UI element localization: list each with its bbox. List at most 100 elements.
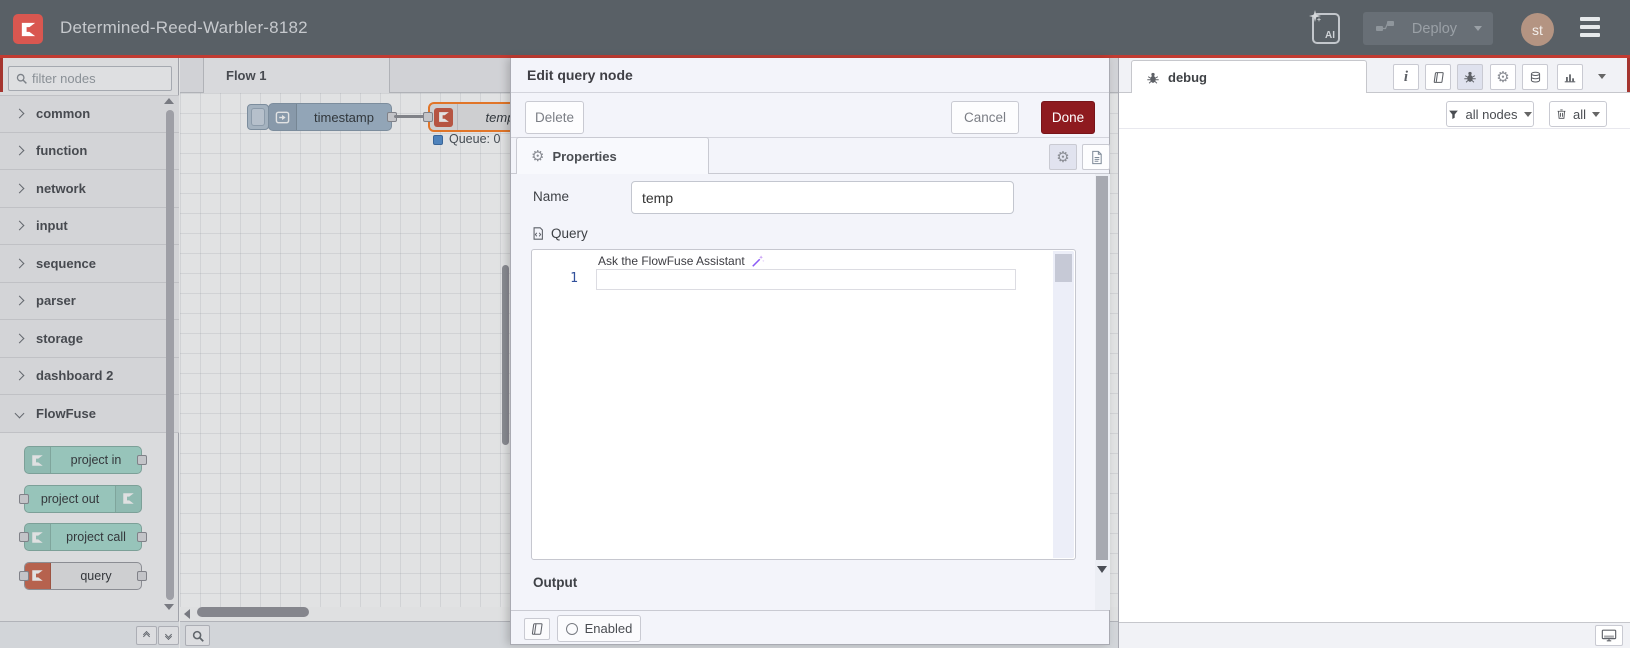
palette-scroll-down-icon[interactable]	[164, 604, 174, 610]
dialog-scrollbar-thumb[interactable]	[1096, 176, 1108, 560]
context-data-button[interactable]	[1522, 64, 1548, 90]
canvas-scroll-left-icon[interactable]	[184, 609, 190, 619]
code-file-icon	[533, 227, 543, 240]
editor-scrollbar-track[interactable]	[1053, 251, 1074, 558]
query-code-editor[interactable]: Ask the FlowFuse Assistant 1	[531, 249, 1076, 560]
node-input-port[interactable]	[423, 112, 433, 122]
inject-node-timestamp[interactable]: timestamp	[268, 103, 397, 131]
node-input-port[interactable]	[19, 532, 29, 542]
monitor-icon	[1601, 629, 1617, 642]
document-icon	[1091, 150, 1102, 164]
trash-icon	[1557, 109, 1566, 119]
node-palette: common function network input sequence p…	[0, 58, 179, 648]
debug-filter-button[interactable]: all nodes	[1446, 101, 1534, 127]
node-input-port[interactable]	[19, 493, 29, 504]
node-status-text: Queue: 0	[449, 132, 501, 146]
dialog-scrollbar-track[interactable]	[1095, 174, 1110, 610]
help-sidebar-button[interactable]	[1425, 64, 1451, 90]
flowfuse-query-icon	[430, 104, 458, 130]
debug-sidebar: debug i ⚙ all nodes all	[1118, 58, 1630, 648]
chevron-right-icon	[14, 258, 25, 269]
page-title: Determined-Reed-Warbler-8182	[60, 17, 308, 37]
expand-all-button[interactable]	[158, 626, 179, 645]
node-output-port[interactable]	[137, 532, 147, 542]
inject-arrow-icon	[269, 104, 297, 130]
edit-node-dialog: Edit query node Delete Cancel Done ⚙ Pro…	[510, 58, 1110, 645]
node-output-port[interactable]	[137, 570, 147, 581]
deploy-dropdown-caret[interactable]	[1474, 26, 1482, 31]
chevron-down-icon	[1592, 111, 1600, 117]
palette-category-sequence[interactable]: sequence	[0, 245, 179, 283]
gear-icon: ⚙	[531, 146, 545, 165]
palette-category-dashboard2[interactable]: dashboard 2	[0, 357, 179, 395]
palette-category-input[interactable]: input	[0, 207, 179, 245]
enabled-toggle-button[interactable]: Enabled	[557, 615, 641, 642]
ai-assistant-button[interactable]: AI	[1309, 10, 1340, 44]
main-menu-button[interactable]	[1580, 17, 1600, 41]
query-section-label: Query	[531, 226, 588, 241]
node-input-port[interactable]	[19, 570, 29, 581]
editor-current-line[interactable]	[596, 269, 1016, 290]
node-output-port[interactable]	[137, 455, 147, 465]
palette-category-network[interactable]: network	[0, 170, 179, 208]
node-description-button[interactable]	[1082, 144, 1110, 170]
search-icon	[192, 630, 204, 642]
dialog-title: Edit query node	[511, 58, 1109, 93]
tab-flow-1[interactable]: Flow 1	[203, 58, 390, 93]
user-avatar[interactable]: st	[1521, 13, 1554, 46]
flowfuse-logo-icon	[13, 14, 43, 44]
canvas-horizontal-scrollbar[interactable]	[197, 607, 309, 617]
debug-sidebar-button[interactable]	[1457, 64, 1483, 90]
collapse-all-button[interactable]	[136, 626, 157, 645]
sidebar-options-caret[interactable]	[1598, 74, 1606, 79]
chevron-down-icon	[14, 408, 25, 419]
search-flows-button[interactable]	[185, 625, 210, 646]
palette-search[interactable]	[8, 66, 172, 91]
palette-footer	[0, 621, 179, 648]
palette-filter-input[interactable]	[32, 71, 152, 86]
palette-node-project-in[interactable]: project in	[24, 446, 147, 474]
bar-chart-icon	[1564, 74, 1576, 83]
debug-clear-button[interactable]: all	[1549, 101, 1607, 127]
palette-category-function[interactable]: function	[0, 132, 179, 170]
palette-node-query[interactable]: query	[19, 561, 147, 590]
palette-scrollbar[interactable]	[166, 110, 174, 600]
palette-category-storage[interactable]: storage	[0, 320, 179, 358]
inject-trigger-button[interactable]	[247, 104, 269, 130]
editor-line-number: 1	[570, 271, 578, 286]
info-sidebar-button[interactable]: i	[1393, 64, 1419, 90]
editor-scrollbar-thumb[interactable]	[1055, 254, 1072, 282]
assistant-placeholder[interactable]: Ask the FlowFuse Assistant	[598, 254, 765, 268]
node-settings-button[interactable]: ⚙	[1049, 144, 1077, 170]
tab-properties[interactable]: ⚙ Properties	[516, 137, 709, 174]
done-button[interactable]: Done	[1041, 101, 1095, 134]
palette-category-common[interactable]: common	[0, 95, 179, 133]
chevron-right-icon	[14, 183, 25, 194]
dashboard-sidebar-button[interactable]	[1557, 64, 1583, 90]
bug-icon	[1464, 71, 1476, 83]
name-input[interactable]	[631, 181, 1014, 214]
scroll-down-icon[interactable]	[1097, 566, 1107, 573]
palette-node-project-call[interactable]: project call	[19, 523, 147, 551]
open-console-button[interactable]	[1595, 625, 1623, 646]
delete-button[interactable]: Delete	[525, 101, 584, 134]
left-accent-border	[0, 58, 3, 92]
dialog-footer: Enabled	[511, 610, 1109, 644]
palette-category-parser[interactable]: parser	[0, 282, 179, 320]
config-nodes-button[interactable]: ⚙	[1490, 64, 1516, 90]
cancel-button[interactable]: Cancel	[951, 101, 1019, 134]
palette-node-project-out[interactable]: project out	[19, 484, 142, 513]
name-field-label: Name	[533, 189, 570, 204]
palette-scroll-up-icon[interactable]	[164, 98, 174, 104]
node-help-button[interactable]	[524, 618, 550, 640]
debug-footer	[1119, 622, 1630, 648]
magic-wand-icon	[751, 255, 765, 267]
database-icon	[1530, 71, 1540, 82]
canvas-vertical-scrollbar[interactable]	[502, 265, 509, 445]
tab-debug[interactable]: debug	[1131, 60, 1367, 94]
chevron-down-icon	[1523, 111, 1532, 117]
deploy-button[interactable]: Deploy	[1363, 12, 1493, 45]
flowfuse-node-icon	[25, 447, 51, 473]
debug-filter-bar: all nodes all	[1119, 93, 1630, 129]
palette-category-flowfuse[interactable]: FlowFuse	[0, 395, 179, 433]
